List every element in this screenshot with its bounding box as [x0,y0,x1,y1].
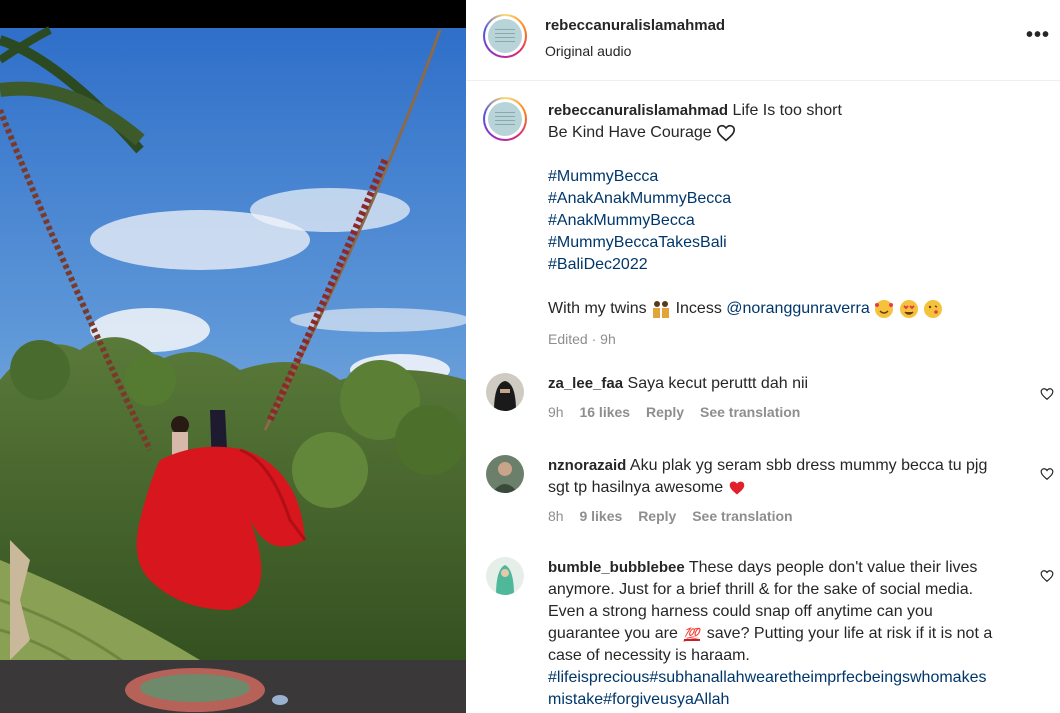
caption-text-line1: Life Is too short [732,102,842,119]
author-username[interactable]: rebeccanuralislamahmad [545,17,725,34]
caption-edited-label: Edited [548,331,588,347]
smiling-hearts-emoji-icon [875,299,894,318]
see-translation-button[interactable]: See translation [700,404,800,420]
caption-username[interactable]: rebeccanuralislamahmad [548,102,728,119]
mention-link[interactable]: @noranggunraverra [726,300,869,317]
hashtag-link[interactable]: #AnakAnakMummyBecca [548,188,1018,210]
red-heart-emoji-icon [729,481,744,495]
commenter-avatar[interactable] [486,455,524,493]
post-media[interactable] [0,0,466,713]
comment-text: anymore. Just for a brief thrill & for t… [548,581,974,598]
hundred-points-emoji-icon: 💯 [683,627,702,642]
caption-incess-text: Incess [675,300,722,317]
comment-text: guarantee you are [548,625,678,642]
hashtag-link[interactable]: #MummyBeccaTakesBali [548,232,1018,254]
commenter-username[interactable]: nznorazaid [548,457,626,474]
like-heart-icon[interactable] [1040,467,1054,481]
kiss-emoji-icon [924,299,943,318]
twins-emoji-icon [653,300,670,318]
comment-text: Even a strong harness could snap off any… [548,603,933,620]
hashtag-link[interactable]: mistake#forgiveusyaAllah [548,691,729,708]
comment-likes[interactable]: 16 likes [579,404,630,420]
author-avatar[interactable] [483,14,527,58]
commenter-username[interactable]: bumble_bubblebee [548,559,685,576]
caption-text-line2: Be Kind Have Courage [548,124,712,141]
commenter-avatar[interactable] [486,373,524,411]
hashtag-link[interactable]: #lifeisprecious#subhanallahwearetheimprf… [548,669,986,686]
post-caption: rebeccanuralislamahmad Life Is too short… [548,100,1018,350]
comment-text: These days people don't value their live… [688,559,978,576]
comment-text: sgt tp hasilnya awesome [548,479,724,496]
comment-text: save? Putting your life at risk if it is… [706,625,993,642]
commenter-avatar[interactable] [486,557,524,595]
post-video-frame [0,0,466,713]
heart-outline-icon [717,124,736,142]
reply-button[interactable]: Reply [638,508,676,524]
hashtag-link[interactable]: #AnakMummyBecca [548,210,1018,232]
caption-avatar[interactable] [483,97,527,141]
like-heart-icon[interactable] [1040,387,1054,401]
comment-text: Aku plak yg seram sbb dress mummy becca … [629,457,988,474]
post-header: rebeccanuralislamahmad Original audio ••… [466,0,1060,81]
see-translation-button[interactable]: See translation [692,508,792,524]
like-heart-icon[interactable] [1040,569,1054,583]
hashtag-link[interactable]: #MummyBecca [548,166,1018,188]
comment-likes[interactable]: 9 likes [579,508,622,524]
caption-twins-text: With my twins [548,300,647,317]
heart-eyes-emoji-icon [899,299,918,318]
more-options-icon[interactable]: ••• [1026,24,1050,47]
caption-time: 9h [600,331,616,347]
commenter-username[interactable]: za_lee_faa [548,375,623,392]
comment-time: 8h [548,508,564,524]
audio-label[interactable]: Original audio [545,43,631,59]
comment-time: 9h [548,404,564,420]
hashtag-link[interactable]: #BaliDec2022 [548,254,1018,276]
reply-button[interactable]: Reply [646,404,684,420]
post-side-panel: rebeccanuralislamahmad Original audio ••… [466,0,1060,713]
comment-text: case of necessity is haraam. [548,647,750,664]
comment-text: Saya kecut peruttt dah nii [627,375,809,392]
